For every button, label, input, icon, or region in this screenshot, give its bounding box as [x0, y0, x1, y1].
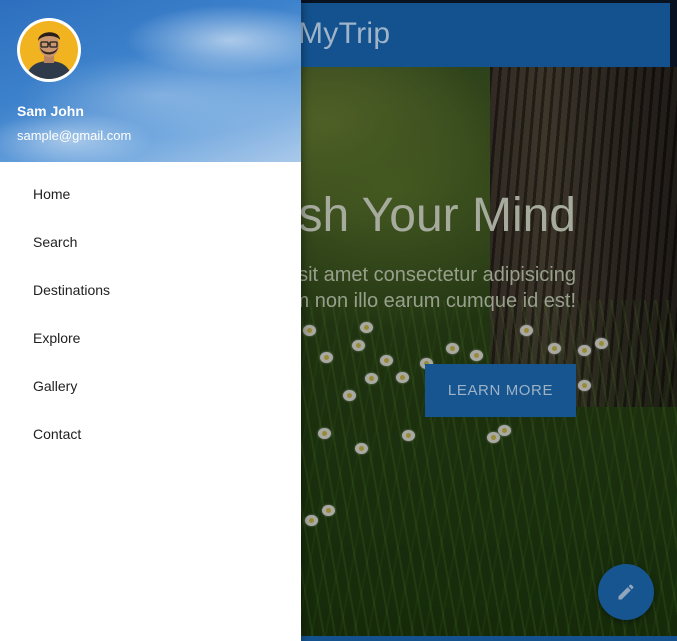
nav-item-label: Search	[33, 234, 78, 250]
edit-fab-button[interactable]	[598, 564, 654, 620]
app-root: MyTrip Refresh Your Mind Lorem ipsum dol…	[0, 0, 677, 641]
avatar[interactable]	[17, 18, 81, 82]
user-email: sample@gmail.com	[17, 128, 132, 143]
app-title: MyTrip	[298, 17, 391, 50]
nav-item-label: Explore	[33, 330, 81, 346]
nav-item-search[interactable]: Search	[0, 218, 301, 266]
learn-more-button[interactable]: LEARN MORE	[425, 364, 576, 417]
navigation-drawer: Sam John sample@gmail.com Home Search De…	[0, 0, 301, 641]
nav-item-contact[interactable]: Contact	[0, 410, 301, 458]
nav-item-label: Gallery	[33, 378, 78, 394]
nav-item-explore[interactable]: Explore	[0, 314, 301, 362]
nav-item-label: Contact	[33, 426, 82, 442]
nav-item-home[interactable]: Home	[0, 170, 301, 218]
nav-item-label: Home	[33, 186, 71, 202]
nav-item-destinations[interactable]: Destinations	[0, 266, 301, 314]
nav-item-label: Destinations	[33, 282, 111, 298]
pencil-icon	[618, 584, 634, 600]
nav-item-gallery[interactable]: Gallery	[0, 362, 301, 410]
drawer-header: Sam John sample@gmail.com	[0, 0, 301, 162]
bottom-bar	[300, 636, 677, 641]
drawer-nav-list: Home Search Destinations Explore Gallery…	[0, 170, 301, 458]
user-avatar-icon	[20, 21, 78, 79]
user-name: Sam John	[17, 103, 84, 119]
